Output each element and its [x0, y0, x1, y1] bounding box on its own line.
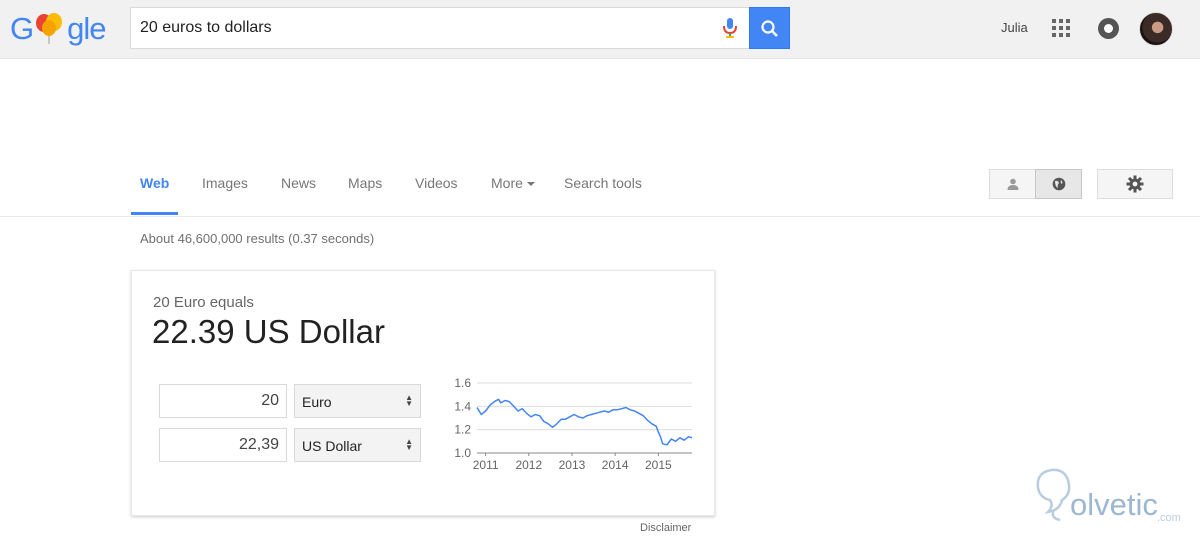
- tab-more[interactable]: More: [491, 175, 535, 191]
- search-tabs: Web Images News Maps Videos More Search …: [0, 164, 1200, 217]
- gear-icon: [1126, 175, 1144, 193]
- google-doodle-logo[interactable]: Ggle: [10, 9, 115, 49]
- tab-news[interactable]: News: [281, 175, 316, 191]
- x-tick-label: 2014: [602, 458, 629, 472]
- person-icon: [1007, 178, 1018, 190]
- currency-converter-card: 20 Euro equals 22.39 US Dollar Euro ▲▼ U…: [131, 270, 715, 516]
- currency-from-label: Euro: [302, 394, 332, 410]
- exchange-rate-chart[interactable]: 1.0 1.2 1.4 1.6 2011 2012 2013 2014 2015: [437, 375, 707, 485]
- settings-button[interactable]: [1097, 169, 1173, 199]
- search-box: [130, 7, 750, 49]
- tab-more-label: More: [491, 175, 523, 191]
- microphone-icon[interactable]: [721, 17, 739, 39]
- top-bar: Ggle Julia: [0, 0, 1200, 59]
- logo-letter-g: G: [10, 11, 34, 46]
- x-tick-label: 2015: [645, 458, 672, 472]
- search-icon: [761, 20, 778, 37]
- currency-to-label: US Dollar: [302, 438, 362, 454]
- user-name-link[interactable]: Julia: [1001, 20, 1028, 35]
- tab-videos[interactable]: Videos: [415, 175, 458, 191]
- active-tab-indicator: [131, 212, 178, 215]
- conversion-result: 22.39 US Dollar: [152, 313, 385, 350]
- select-arrows-icon: ▲ ▼: [405, 393, 413, 408]
- search-input[interactable]: [140, 8, 710, 48]
- x-tick-label: 2011: [473, 458, 499, 472]
- x-tick-label: 2012: [515, 458, 542, 472]
- x-tick-label: 2013: [559, 458, 586, 472]
- logo-letters-gle: gle: [67, 11, 106, 46]
- y-tick-label: 1.6: [454, 376, 471, 390]
- tab-maps[interactable]: Maps: [348, 175, 382, 191]
- watermark-text: olvetic: [1070, 487, 1158, 522]
- tab-web[interactable]: Web: [140, 175, 169, 191]
- currency-to-select[interactable]: US Dollar ▲ ▼: [294, 428, 421, 462]
- y-tick-label: 1.4: [454, 399, 471, 413]
- amount-from-input[interactable]: [159, 384, 287, 418]
- personal-results-button[interactable]: [989, 169, 1036, 199]
- search-button[interactable]: [749, 7, 790, 49]
- disclaimer-link[interactable]: Disclaimer: [640, 522, 691, 534]
- globe-icon: [1052, 177, 1065, 191]
- y-tick-label: 1.0: [454, 446, 471, 460]
- result-stats: About 46,600,000 results (0.37 seconds): [140, 231, 375, 246]
- conversion-source-text: 20 Euro equals: [153, 294, 254, 311]
- tab-images[interactable]: Images: [202, 175, 248, 191]
- avatar[interactable]: [1139, 12, 1173, 46]
- y-tick-label: 1.2: [454, 423, 471, 437]
- tab-search-tools[interactable]: Search tools: [564, 175, 642, 191]
- select-arrows-icon: ▲ ▼: [405, 437, 413, 452]
- currency-from-select[interactable]: Euro ▲ ▼: [294, 384, 421, 418]
- balloons-icon: [33, 9, 67, 45]
- amount-to-input[interactable]: [159, 428, 287, 462]
- apps-grid-icon[interactable]: [1052, 19, 1070, 37]
- chevron-down-icon: [526, 182, 535, 187]
- notifications-icon[interactable]: [1098, 18, 1119, 39]
- hide-personal-results-button[interactable]: [1035, 169, 1082, 199]
- watermark-suffix: .com: [1157, 512, 1181, 524]
